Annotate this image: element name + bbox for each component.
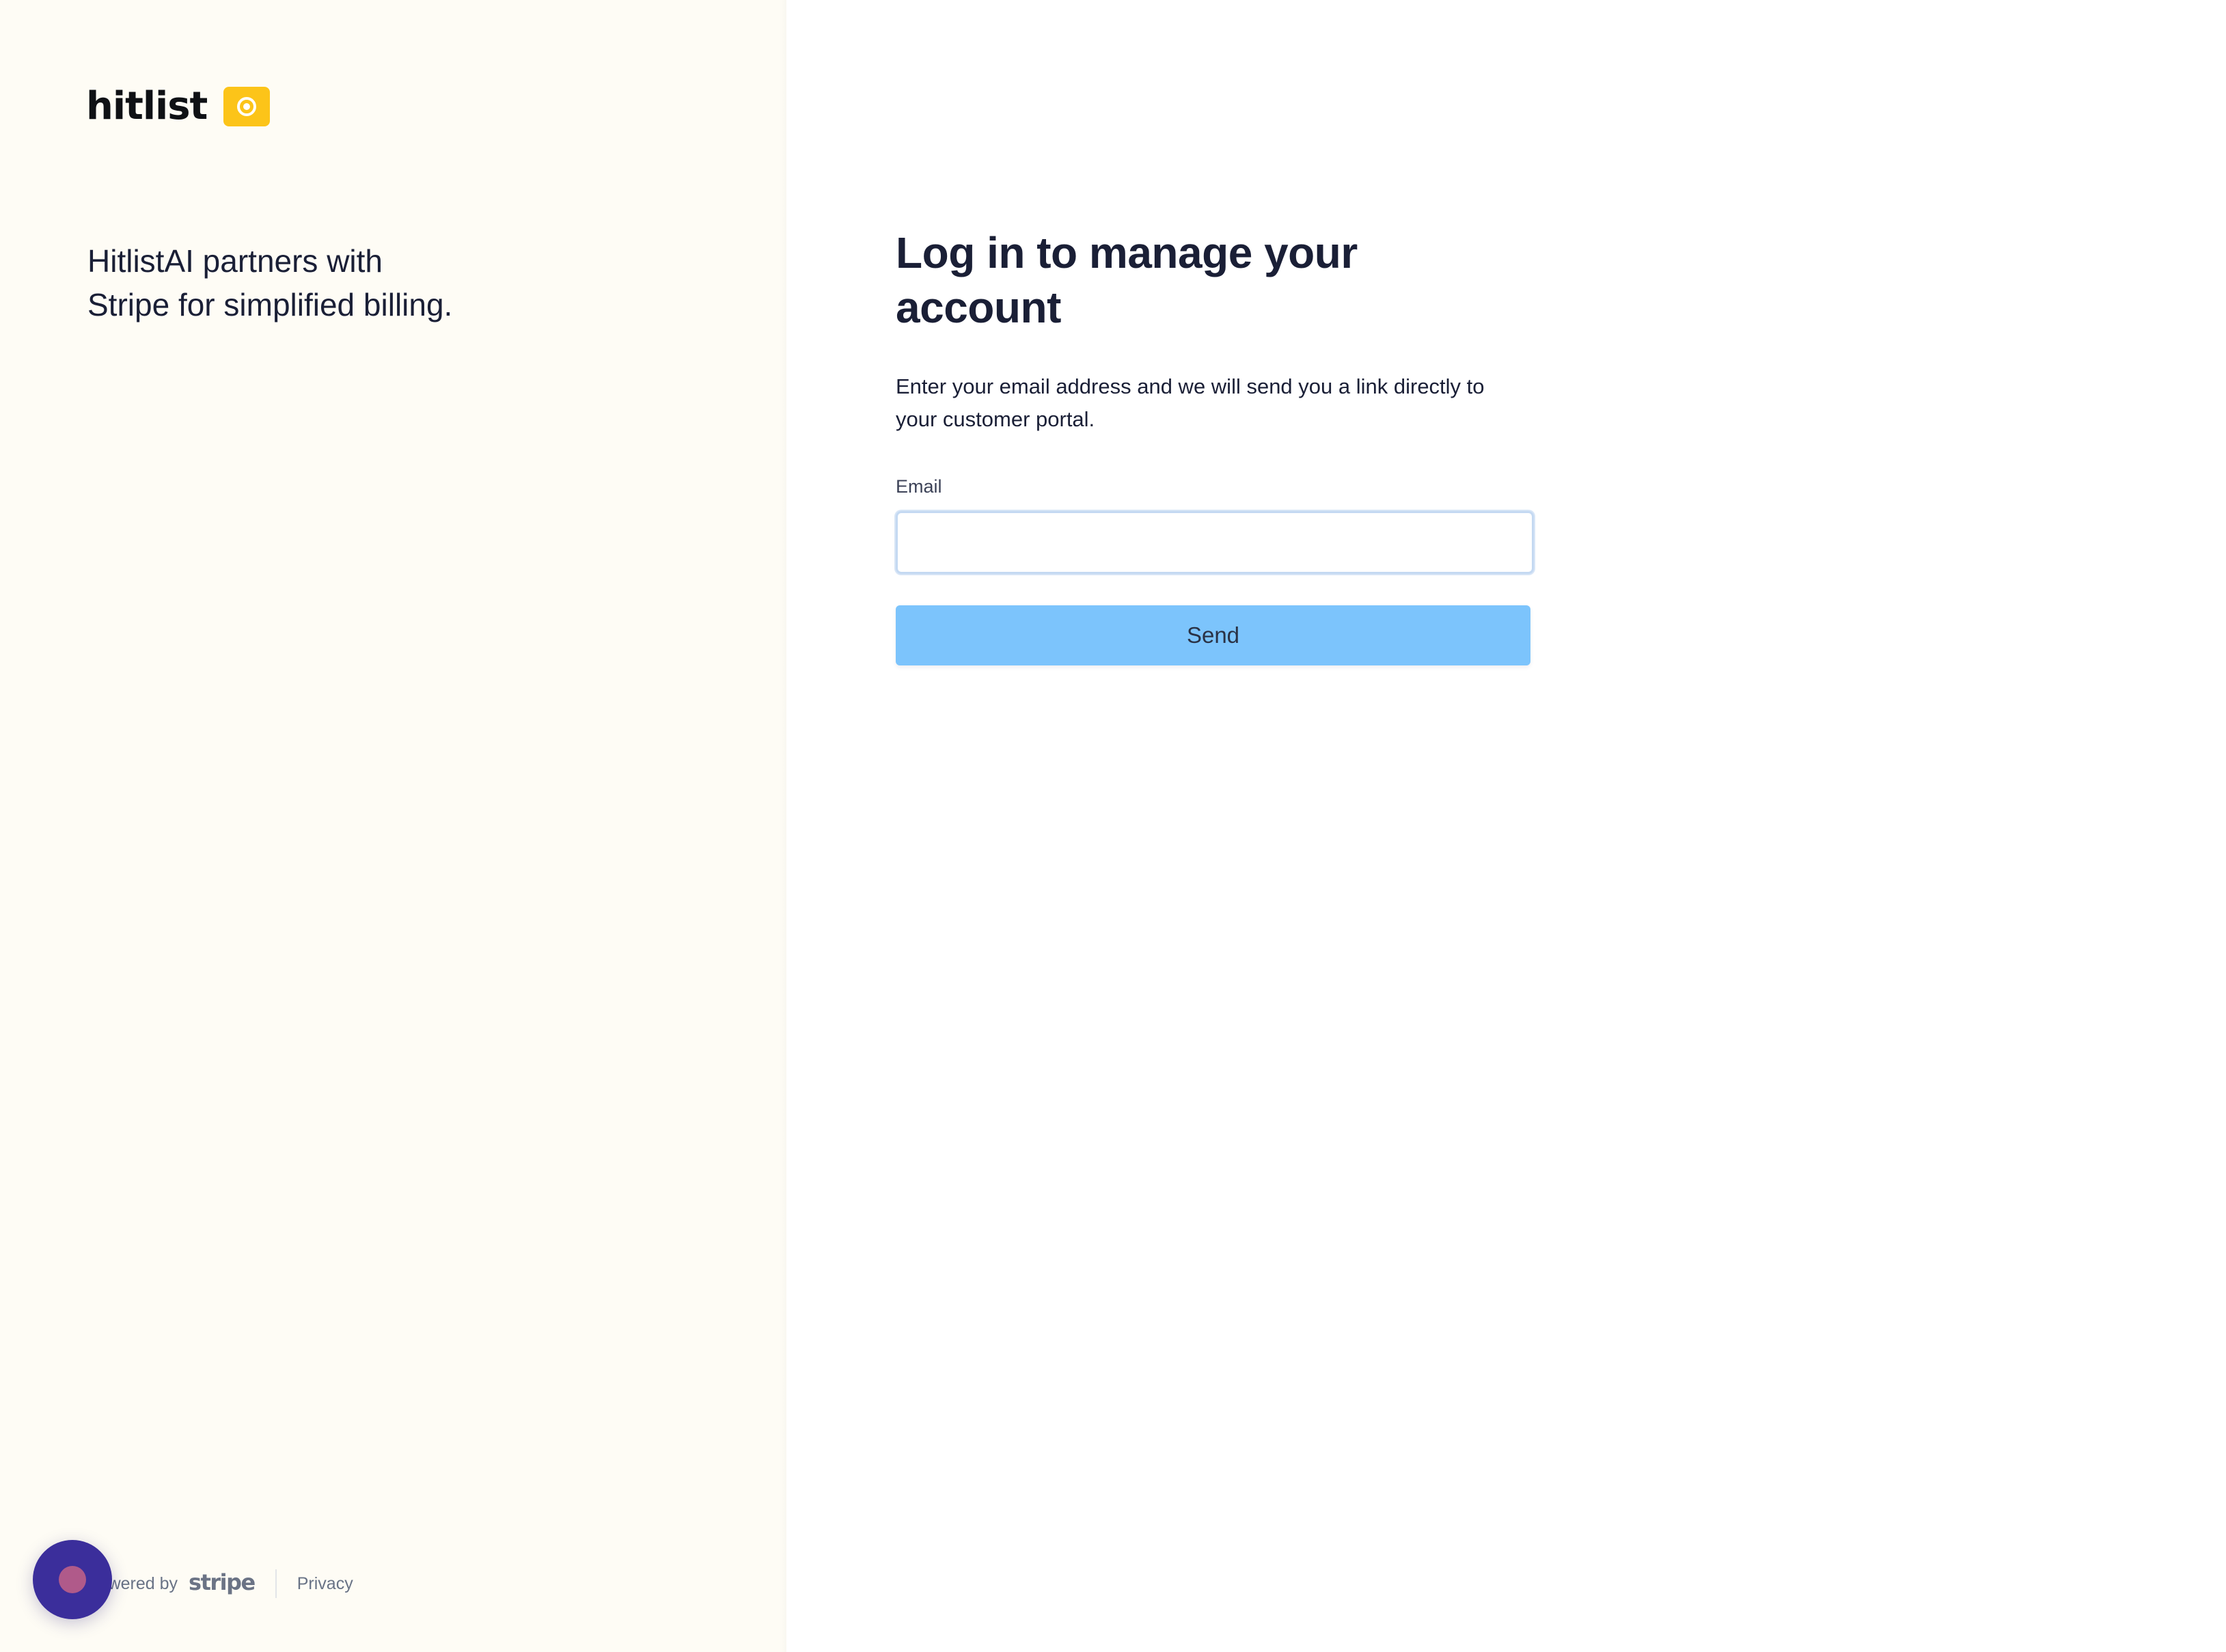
- page-title: Log in to manage your account: [896, 228, 1358, 332]
- chat-widget-button[interactable]: [33, 1540, 112, 1619]
- email-field[interactable]: [896, 511, 1534, 574]
- form-description: Enter your email address and we will sen…: [896, 374, 1485, 431]
- tagline-line-2: Stripe for simplified billing.: [87, 287, 453, 322]
- footer-divider: [275, 1569, 277, 1598]
- privacy-link[interactable]: Privacy: [297, 1574, 353, 1594]
- target-icon: [223, 87, 271, 126]
- send-button[interactable]: Send: [896, 605, 1530, 665]
- logo-wordmark: hitlist: [86, 84, 208, 128]
- stripe-logo: stripe: [189, 1569, 256, 1595]
- login-form: Log in to manage your account Enter your…: [896, 225, 1534, 665]
- footer: Powered by stripe Privacy: [87, 1569, 353, 1598]
- chat-bubble-icon: [59, 1566, 86, 1593]
- branding-panel: hitlist HitlistAI partners with Stripe f…: [0, 0, 786, 1652]
- partner-tagline: HitlistAI partners with Stripe for simpl…: [87, 239, 566, 327]
- email-label: Email: [896, 476, 942, 497]
- powered-by-stripe-link[interactable]: Powered by stripe: [87, 1569, 256, 1595]
- tagline-line-1: HitlistAI partners with: [87, 243, 383, 279]
- hitlist-logo[interactable]: hitlist: [86, 84, 271, 128]
